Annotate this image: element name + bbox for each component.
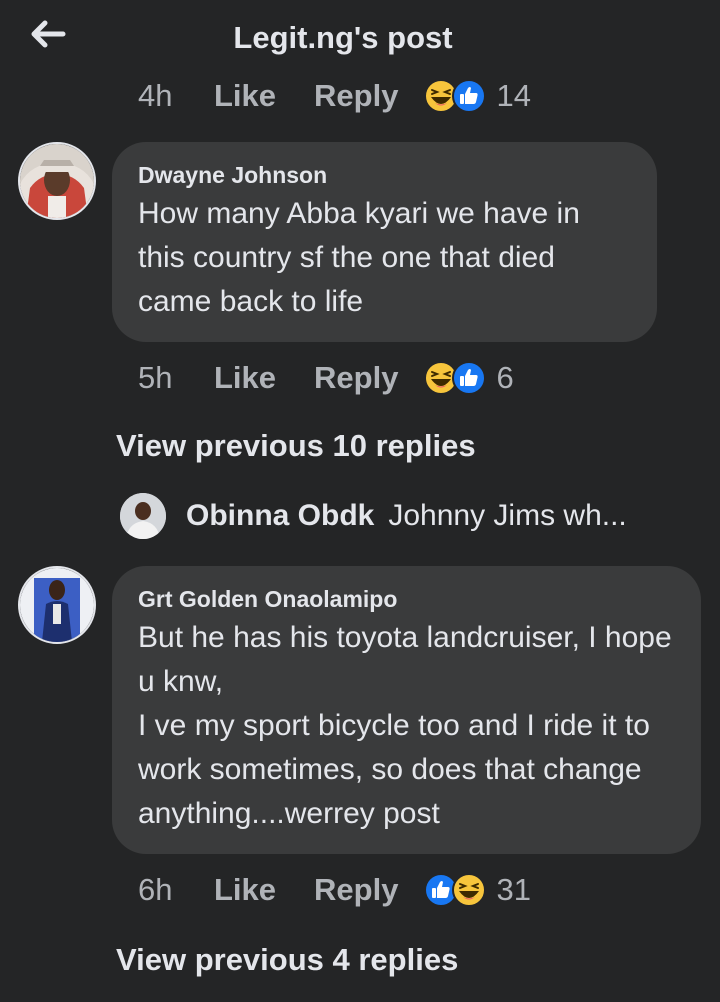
- reply-author[interactable]: Obinna Obdk: [186, 499, 374, 533]
- like-button[interactable]: Like: [214, 360, 276, 396]
- reply-button[interactable]: Reply: [314, 78, 398, 114]
- reaction-count: 31: [496, 872, 531, 907]
- comment-author[interactable]: Dwayne Johnson: [138, 160, 631, 190]
- comment-time: 4h: [138, 78, 173, 113]
- comment-time: 5h: [138, 360, 173, 395]
- reply-snippet: Johnny Jims wh...: [388, 499, 627, 532]
- reaction-summary[interactable]: 6: [424, 360, 514, 396]
- comment-actions: 5h Like Reply 6: [138, 360, 514, 396]
- avatar-image: [120, 493, 166, 539]
- like-reaction-icon: [452, 361, 486, 395]
- reaction-summary[interactable]: 31: [424, 872, 531, 908]
- avatar-image: [20, 568, 94, 642]
- reply-button[interactable]: Reply: [314, 360, 398, 396]
- like-button[interactable]: Like: [214, 78, 276, 114]
- reaction-count: 14: [496, 78, 531, 113]
- view-previous-replies[interactable]: View previous 4 replies: [116, 942, 458, 978]
- haha-reaction-icon: [452, 873, 486, 907]
- comment-time: 6h: [138, 872, 173, 907]
- comment-bubble[interactable]: Grt Golden Onaolamipo But he has his toy…: [112, 566, 701, 854]
- comment-text: How many Abba kyari we have in this coun…: [138, 197, 580, 318]
- avatar[interactable]: [18, 142, 96, 220]
- comment-text: But he has his toyota landcruiser, I hop…: [138, 621, 672, 830]
- comment-actions: 6h Like Reply 31: [138, 872, 531, 908]
- app-header: Legit.ng's post: [0, 0, 720, 78]
- comment-bubble[interactable]: Dwayne Johnson How many Abba kyari we ha…: [112, 142, 657, 342]
- comment-author[interactable]: Grt Golden Onaolamipo: [138, 584, 675, 614]
- page-title: Legit.ng's post: [233, 20, 453, 55]
- avatar[interactable]: [18, 566, 96, 644]
- reaction-count: 6: [496, 360, 514, 395]
- avatar: [120, 493, 166, 539]
- avatar-image: [20, 144, 94, 218]
- like-reaction-icon: [452, 79, 486, 113]
- view-previous-replies[interactable]: View previous 10 replies: [116, 428, 476, 464]
- comment-actions-top: 4h Like Reply 14: [138, 78, 531, 114]
- reaction-summary[interactable]: 14: [424, 78, 531, 114]
- reply-button[interactable]: Reply: [314, 872, 398, 908]
- reply-preview[interactable]: Obinna Obdk Johnny Jims wh...: [120, 492, 627, 540]
- like-button[interactable]: Like: [214, 872, 276, 908]
